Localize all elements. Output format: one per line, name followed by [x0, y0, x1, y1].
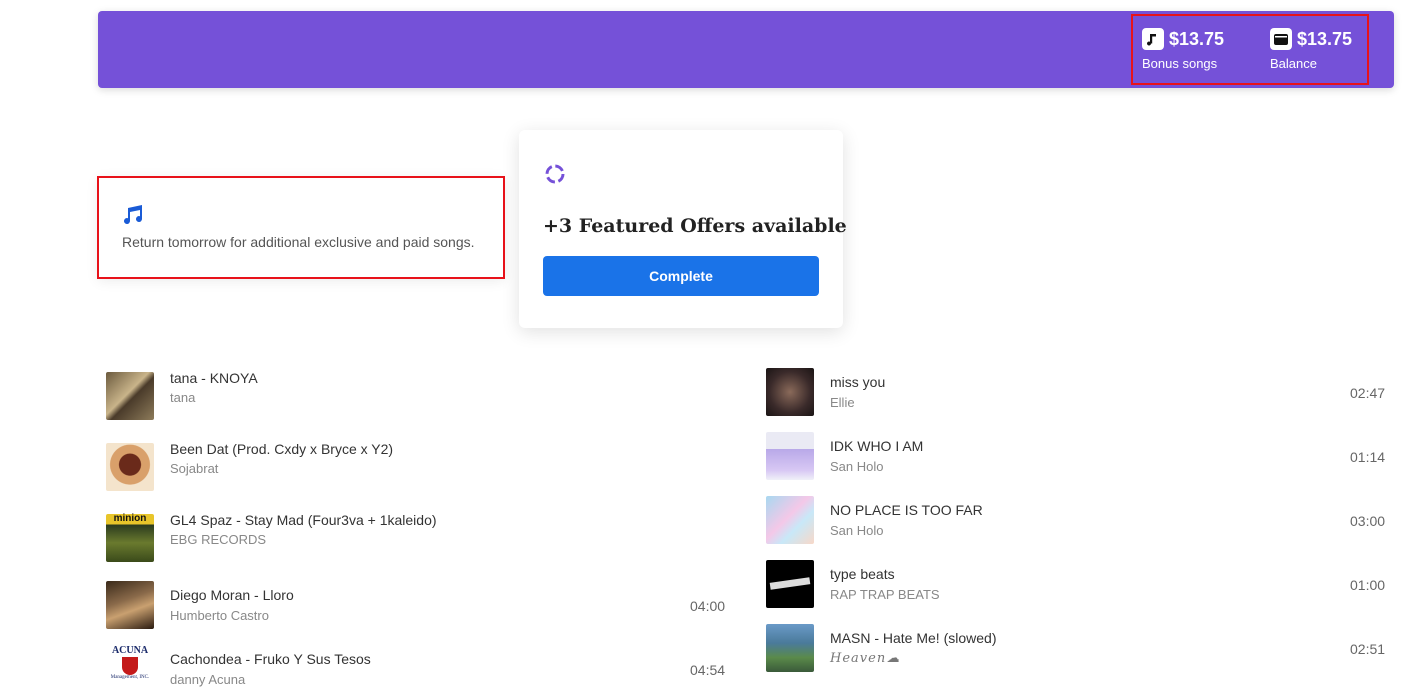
minion-cover-logo: minion: [113, 513, 147, 524]
album-cover: [106, 372, 154, 420]
acuna-cover-logo: ACUNA: [111, 645, 149, 656]
offers-title: +3 Featured Offers available: [543, 215, 847, 237]
notice-highlight-box: [97, 176, 505, 279]
album-cover: [106, 443, 154, 491]
track-title: GL4 Spaz - Stay Mad (Four3va + 1kaleido): [170, 512, 437, 528]
track-row[interactable]: Diego Moran - Lloro Humberto Castro 04:0…: [106, 581, 726, 629]
track-artist: tana: [170, 390, 196, 405]
track-artist: danny Acuna: [170, 672, 246, 687]
track-title: NO PLACE IS TOO FAR: [830, 502, 983, 518]
track-artist: Sojabrat: [170, 461, 219, 476]
rifle-graphic-icon: [769, 577, 811, 590]
track-row[interactable]: IDK WHO I AM San Holo 01:14: [766, 432, 1386, 480]
track-row[interactable]: NO PLACE IS TOO FAR San Holo 03:00: [766, 496, 1386, 544]
album-cover: [766, 368, 814, 416]
track-row[interactable]: Been Dat (Prod. Cxdy x Bryce x Y2) Sojab…: [106, 441, 726, 491]
album-cover: [766, 560, 814, 608]
track-artist: Humberto Castro: [170, 608, 269, 623]
track-row[interactable]: MASN - Hate Me! (slowed) Heaven☁ 02:51: [766, 624, 1386, 672]
album-cover: [766, 496, 814, 544]
album-cover: [766, 432, 814, 480]
complete-button[interactable]: Complete: [543, 256, 819, 296]
featured-offers-card: +3 Featured Offers available Complete: [519, 130, 847, 328]
track-row[interactable]: minion GL4 Spaz - Stay Mad (Four3va + 1k…: [106, 512, 726, 562]
album-cover: [766, 624, 814, 672]
track-title: tana - KNOYA: [170, 370, 258, 386]
track-title: Been Dat (Prod. Cxdy x Bryce x Y2): [170, 441, 394, 457]
track-row[interactable]: tana - KNOYA tana: [106, 370, 726, 420]
acuna-shield-icon: [122, 657, 138, 675]
track-duration: 01:00: [1350, 577, 1386, 593]
track-title: Diego Moran - Lloro: [170, 587, 294, 603]
album-cover: minion: [106, 514, 154, 562]
stats-highlight-box: [1131, 14, 1369, 85]
loading-spinner-icon: [544, 163, 566, 190]
track-duration: 04:54: [690, 662, 726, 678]
track-title: MASN - Hate Me! (slowed): [830, 630, 997, 646]
album-cover: [106, 581, 154, 629]
track-duration: 02:47: [1350, 385, 1386, 401]
acuna-cover-subtext: Management, INC.: [110, 675, 150, 680]
track-artist: San Holo: [830, 459, 884, 474]
track-row[interactable]: type beats RAP TRAP BEATS 01:00: [766, 560, 1386, 608]
track-artist: EBG RECORDS: [170, 532, 267, 547]
track-artist: San Holo: [830, 523, 884, 538]
track-duration: 01:14: [1350, 449, 1386, 465]
track-row[interactable]: miss you Ellie 02:47: [766, 368, 1386, 416]
album-cover: ACUNA Management, INC.: [106, 645, 154, 693]
track-title: miss you: [830, 374, 886, 390]
track-title: IDK WHO I AM: [830, 438, 924, 454]
track-artist: Ellie: [830, 395, 855, 410]
track-title: Cachondea - Fruko Y Sus Tesos: [170, 651, 371, 667]
track-artist: Heaven☁: [830, 651, 901, 666]
track-row[interactable]: ACUNA Management, INC. Cachondea - Fruko…: [106, 645, 726, 693]
track-duration: 04:00: [690, 598, 726, 614]
track-duration: 03:00: [1350, 513, 1386, 529]
track-duration: 02:51: [1350, 641, 1386, 657]
track-artist: RAP TRAP BEATS: [830, 587, 940, 602]
track-title: type beats: [830, 566, 895, 582]
